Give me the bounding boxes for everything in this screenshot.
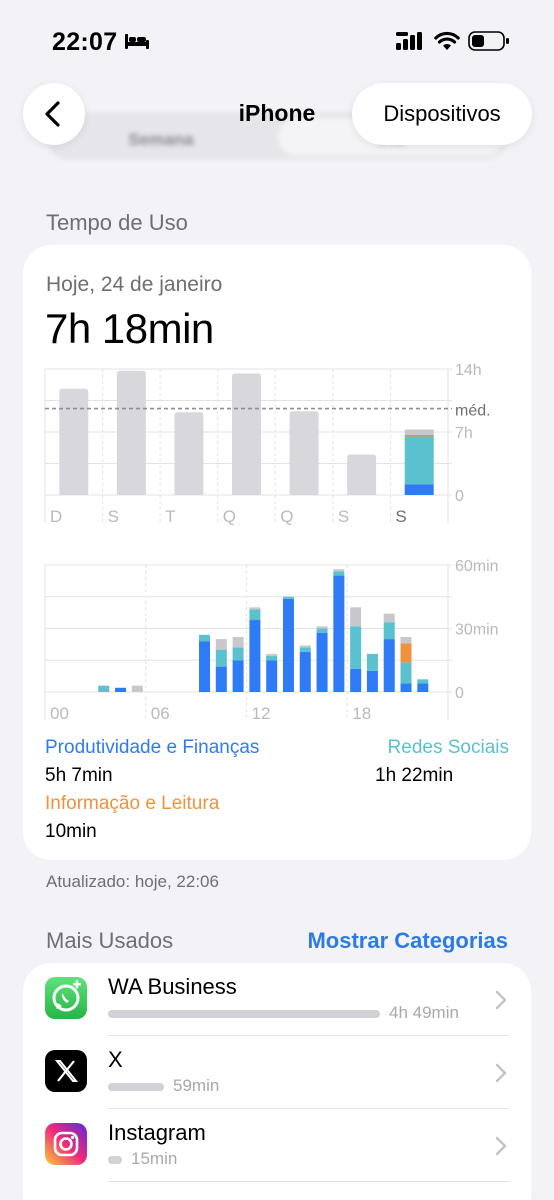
hourly-usage-chart[interactable]: 00 06 12 18 0 30min 60min — [23, 245, 531, 725]
instagram-icon — [45, 1123, 87, 1165]
section-title-usage: Tempo de Uso — [46, 210, 188, 235]
usage-time: 4h 49min — [389, 1003, 459, 1022]
list-item-instagram[interactable]: Instagram 15min — [23, 1109, 531, 1182]
hour-bar-productivity — [266, 660, 278, 692]
app-name: X — [108, 1047, 123, 1072]
usage-card[interactable]: Hoje, 24 de janeiro 7h 18min D S T Q Q S Sméd.… — [23, 245, 531, 860]
hour-bar-productivity — [115, 687, 127, 692]
chevron-right-icon — [495, 990, 507, 1010]
hour-bar-productivity — [282, 598, 294, 692]
hour-bar-other — [400, 636, 412, 644]
app-name: Instagram — [108, 1120, 206, 1145]
hour-bar-social — [316, 628, 328, 633]
hour-bar-social — [266, 656, 278, 661]
x-tick-label: 06 — [151, 704, 170, 723]
hour-bar-social — [199, 634, 211, 642]
hour-bar-other — [232, 636, 244, 648]
usage-bar — [108, 1010, 380, 1018]
usage-time: 59min — [173, 1076, 220, 1095]
list-item-wa-business[interactable]: WA Business 4h 49min — [23, 963, 531, 1036]
list-item-next[interactable] — [23, 1182, 531, 1200]
hour-bar-other — [333, 569, 345, 572]
x-icon — [45, 1050, 87, 1092]
hour-bar-productivity — [249, 620, 261, 692]
hour-bar-social — [400, 662, 412, 684]
hour-bar-social — [417, 679, 429, 684]
x-tick-label: 12 — [252, 704, 271, 723]
hour-bar-productivity — [199, 641, 211, 692]
hour-bar-other — [299, 645, 311, 648]
hour-bar-other — [215, 639, 227, 650]
hour-bar-social — [333, 571, 345, 576]
hour-bar-social — [232, 647, 244, 661]
signal-icon — [396, 32, 422, 50]
y-tick-label: 0 — [455, 685, 464, 702]
hour-bar-social — [215, 649, 227, 667]
app-name: WA Business — [108, 974, 237, 999]
x-tick-label: 18 — [352, 704, 371, 723]
list-item-x[interactable]: X 59min — [23, 1036, 531, 1109]
hour-bar-social — [383, 622, 395, 640]
hour-bar-other — [249, 607, 261, 610]
hour-bar-social — [366, 653, 378, 671]
hour-bar-productivity — [316, 632, 328, 692]
legend-info-value: 10min — [45, 821, 97, 842]
devices-button[interactable]: Dispositivos — [352, 83, 532, 145]
most-used-list: WA Business 4h 49min X 59min Instagram 1… — [23, 963, 531, 1200]
x-tick-label: 00 — [50, 704, 69, 723]
hour-bar-productivity — [383, 639, 395, 692]
usage-time: 15min — [131, 1149, 178, 1168]
legend-info-label: Informação e Leitura — [45, 793, 220, 814]
hour-bar-info — [400, 643, 412, 663]
hour-bar-productivity — [232, 660, 244, 692]
section-title-most-used: Mais Usados — [46, 928, 174, 953]
bed-icon — [125, 34, 149, 49]
hour-bar-productivity — [400, 683, 412, 692]
hour-bar-productivity — [299, 651, 311, 692]
usage-bar — [108, 1083, 164, 1091]
hour-bar-social — [249, 609, 261, 621]
hour-bar-other — [350, 607, 362, 627]
hour-bar-other — [131, 685, 143, 692]
hour-bar-other — [266, 653, 278, 657]
hour-bar-productivity — [366, 670, 378, 692]
status-bar: 22:07 — [0, 0, 554, 80]
y-tick-label: 60min — [455, 558, 499, 575]
hour-bar-social — [98, 685, 110, 692]
hour-bar-other — [383, 613, 395, 623]
hour-bar-productivity — [215, 666, 227, 692]
hour-bar-productivity — [350, 668, 362, 692]
status-time: 22:07 — [52, 28, 118, 56]
legend-social-label: Redes Sociais — [387, 737, 509, 758]
hour-bar-social — [299, 647, 311, 652]
hour-bar-productivity — [417, 683, 429, 692]
legend-productivity-value: 5h 7min — [45, 765, 113, 786]
updated-timestamp: Atualizado: hoje, 22:06 — [46, 872, 219, 891]
usage-bar — [108, 1156, 122, 1164]
chevron-left-icon — [45, 101, 60, 127]
hour-bar-social — [282, 596, 294, 599]
wifi-icon — [434, 31, 460, 50]
legend-productivity-label: Produtividade e Finanças — [45, 737, 260, 758]
hour-bar-productivity — [333, 575, 345, 692]
battery-icon — [468, 31, 509, 51]
back-button[interactable] — [23, 83, 85, 145]
legend-social-value: 1h 22min — [375, 765, 454, 786]
show-categories-link[interactable]: Mostrar Categorias — [307, 928, 508, 954]
hour-bar-other — [316, 626, 328, 629]
chevron-right-icon — [495, 1063, 507, 1083]
whatsapp-business-icon — [45, 977, 87, 1019]
hour-bar-social — [350, 626, 362, 669]
page-title: iPhone — [238, 100, 316, 126]
chevron-right-icon — [495, 1136, 507, 1156]
y-tick-label: 30min — [455, 622, 499, 639]
